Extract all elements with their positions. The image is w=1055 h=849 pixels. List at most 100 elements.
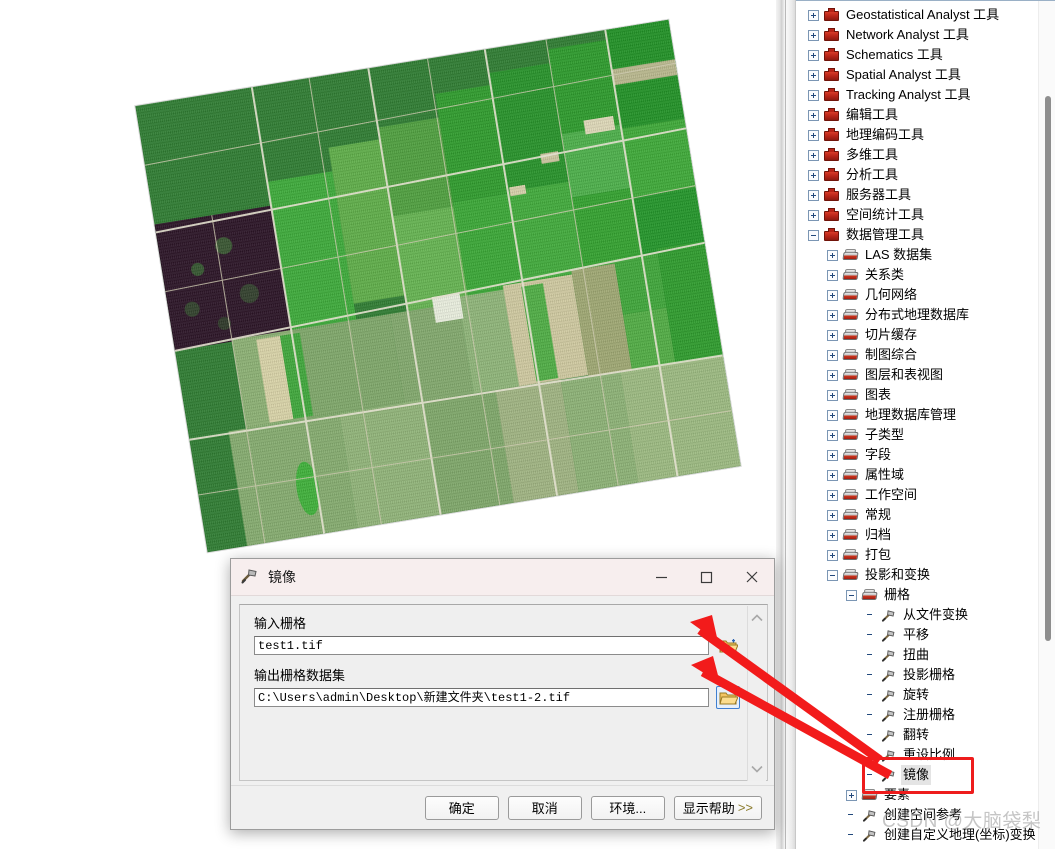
expand-plus-icon[interactable] xyxy=(808,109,819,121)
output-raster-browse-button[interactable] xyxy=(716,686,740,709)
tree-item-12[interactable]: LAS 数据集 xyxy=(796,245,1034,265)
maximize-button[interactable] xyxy=(684,559,729,595)
expand-plus-icon[interactable] xyxy=(827,369,838,381)
expand-plus-icon[interactable] xyxy=(827,289,838,301)
expand-plus-icon[interactable] xyxy=(808,209,819,221)
tree-item-18[interactable]: 图层和表视图 xyxy=(796,365,1034,385)
expand-plus-icon[interactable] xyxy=(808,49,819,61)
chevron-down-icon[interactable] xyxy=(748,760,766,778)
expand-plus-icon[interactable] xyxy=(827,489,838,501)
tree-item-15[interactable]: 分布式地理数据库 xyxy=(796,305,1034,325)
tree-item-20[interactable]: 地理数据库管理 xyxy=(796,405,1034,425)
tree-item-39[interactable]: 要素 xyxy=(796,785,1034,805)
tree-item-0[interactable]: Geostatistical Analyst 工具 xyxy=(796,5,1034,25)
tree-item-21[interactable]: 子类型 xyxy=(796,425,1034,445)
cancel-button[interactable]: 取消 xyxy=(507,795,582,820)
tree-item-label: 工作空间 xyxy=(865,487,918,502)
expand-plus-icon[interactable] xyxy=(846,789,857,801)
map-panel-splitter[interactable] xyxy=(776,0,786,849)
tree-item-label: 几何网络 xyxy=(865,287,918,302)
arctoolbox-panel[interactable]: Geostatistical Analyst 工具 Network Analyst… xyxy=(796,0,1055,849)
mirror-tool-dialog[interactable]: 镜像 输入栅格 test1.tif 输出栅格数据集 C:\Users\admin… xyxy=(230,558,775,830)
tree-item-3[interactable]: Spatial Analyst 工具 xyxy=(796,65,1034,85)
expand-plus-icon[interactable] xyxy=(827,469,838,481)
expand-plus-icon[interactable] xyxy=(827,389,838,401)
map-panel-splitter-secondary[interactable] xyxy=(786,0,796,849)
tree-item-19[interactable]: 图表 xyxy=(796,385,1034,405)
expand-plus-icon[interactable] xyxy=(827,429,838,441)
expand-plus-icon[interactable] xyxy=(827,549,838,561)
collapse-minus-icon[interactable] xyxy=(846,589,857,601)
toolbox-scrollbar-thumb[interactable] xyxy=(1045,96,1051,641)
tree-item-32[interactable]: 扭曲 xyxy=(796,645,1034,665)
tree-item-34[interactable]: 旋转 xyxy=(796,685,1034,705)
expand-plus-icon[interactable] xyxy=(827,309,838,321)
tree-item-24[interactable]: 工作空间 xyxy=(796,485,1034,505)
tree-item-23[interactable]: 属性域 xyxy=(796,465,1034,485)
expand-plus-icon[interactable] xyxy=(827,449,838,461)
tree-item-label: 投影栅格 xyxy=(903,667,956,682)
dialog-scrollbar[interactable] xyxy=(747,606,766,781)
tree-item-4[interactable]: Tracking Analyst 工具 xyxy=(796,85,1034,105)
output-raster-input[interactable]: C:\Users\admin\Desktop\新建文件夹\test1-2.tif xyxy=(254,688,709,707)
expand-plus-icon[interactable] xyxy=(808,9,819,21)
tree-item-35[interactable]: 注册栅格 xyxy=(796,705,1034,725)
tree-item-13[interactable]: 关系类 xyxy=(796,265,1034,285)
expand-plus-icon[interactable] xyxy=(808,149,819,161)
collapse-minus-icon[interactable] xyxy=(808,229,819,241)
tree-item-6[interactable]: 地理编码工具 xyxy=(796,125,1034,145)
show-help-button[interactable]: 显示帮助 >> xyxy=(673,795,762,820)
tree-item-14[interactable]: 几何网络 xyxy=(796,285,1034,305)
tree-item-40[interactable]: 创建空间参考 xyxy=(796,805,1034,825)
tree-item-17[interactable]: 制图综合 xyxy=(796,345,1034,365)
tree-item-5[interactable]: 编辑工具 xyxy=(796,105,1034,125)
expand-plus-icon[interactable] xyxy=(827,409,838,421)
chevron-up-icon[interactable] xyxy=(748,609,766,627)
input-raster-browse-button[interactable] xyxy=(716,634,740,657)
tree-item-9[interactable]: 服务器工具 xyxy=(796,185,1034,205)
expand-plus-icon[interactable] xyxy=(827,529,838,541)
close-button[interactable] xyxy=(729,559,774,595)
tree-item-26[interactable]: 归档 xyxy=(796,525,1034,545)
expand-plus-icon[interactable] xyxy=(827,269,838,281)
expand-plus-icon[interactable] xyxy=(808,129,819,141)
collapse-minus-icon[interactable] xyxy=(827,569,838,581)
expand-plus-icon[interactable] xyxy=(808,29,819,41)
tree-item-10[interactable]: 空间统计工具 xyxy=(796,205,1034,225)
input-raster-input[interactable]: test1.tif xyxy=(254,636,709,655)
expand-plus-icon[interactable] xyxy=(827,249,838,261)
tree-item-2[interactable]: Schematics 工具 xyxy=(796,45,1034,65)
expand-plus-icon[interactable] xyxy=(827,509,838,521)
tree-item-31[interactable]: 平移 xyxy=(796,625,1034,645)
tree-item-8[interactable]: 分析工具 xyxy=(796,165,1034,185)
environments-button[interactable]: 环境... xyxy=(590,795,665,820)
tree-item-11[interactable]: 数据管理工具 xyxy=(796,225,1034,245)
expand-plus-icon[interactable] xyxy=(808,189,819,201)
tree-item-7[interactable]: 多维工具 xyxy=(796,145,1034,165)
tree-item-28[interactable]: 投影和变换 xyxy=(796,565,1034,585)
toolset-icon xyxy=(842,568,859,583)
expand-plus-icon[interactable] xyxy=(808,69,819,81)
tree-item-16[interactable]: 切片缓存 xyxy=(796,325,1034,345)
toolset-icon xyxy=(842,448,859,463)
tree-item-41[interactable]: 创建自定义地理(坐标)变换 xyxy=(796,825,1036,845)
minimize-button[interactable] xyxy=(639,559,684,595)
tree-item-36[interactable]: 翻转 xyxy=(796,725,1034,745)
expand-plus-icon[interactable] xyxy=(827,349,838,361)
expand-plus-icon[interactable] xyxy=(827,329,838,341)
tree-item-29[interactable]: 栅格 xyxy=(796,585,1034,605)
toolbox-scrollbar[interactable] xyxy=(1038,1,1055,849)
tree-item-22[interactable]: 字段 xyxy=(796,445,1034,465)
ok-button[interactable]: 确定 xyxy=(424,795,499,820)
expand-plus-icon[interactable] xyxy=(808,89,819,101)
tree-item-37[interactable]: 重设比例 xyxy=(796,745,1034,765)
tree-item-27[interactable]: 打包 xyxy=(796,545,1034,565)
tree-item-1[interactable]: Network Analyst 工具 xyxy=(796,25,1034,45)
expand-plus-icon[interactable] xyxy=(808,169,819,181)
tree-item-30[interactable]: 从文件变换 xyxy=(796,605,1034,625)
dialog-title-bar[interactable]: 镜像 xyxy=(231,559,774,596)
tree-item-25[interactable]: 常规 xyxy=(796,505,1034,525)
tree-item-33[interactable]: 投影栅格 xyxy=(796,665,1034,685)
tree-item-38[interactable]: 镜像 xyxy=(796,765,1034,785)
toolbox-tree[interactable]: Geostatistical Analyst 工具 Network Analyst… xyxy=(796,5,1036,845)
